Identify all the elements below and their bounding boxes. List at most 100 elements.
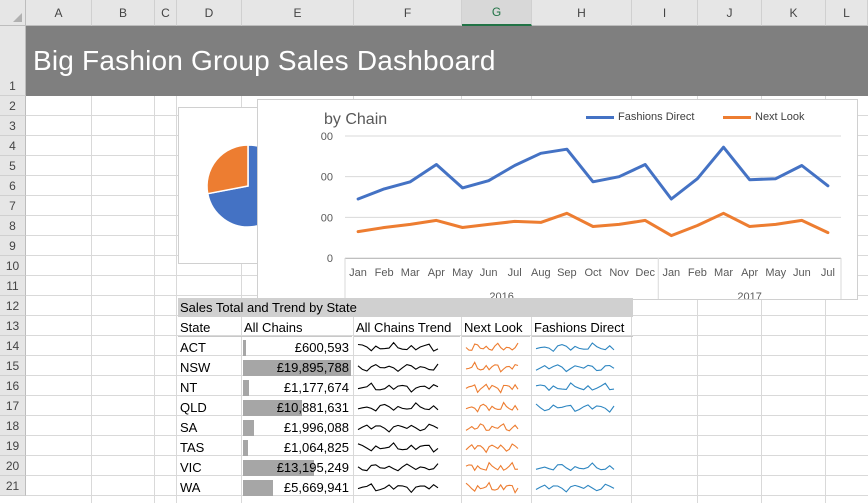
select-all-corner[interactable]: [0, 0, 26, 26]
row-header-16[interactable]: 16: [0, 376, 26, 396]
column-header-e[interactable]: E: [242, 0, 354, 26]
sparkline: [357, 483, 439, 494]
row-header-3[interactable]: 3: [0, 116, 26, 136]
sparkline: [357, 402, 439, 412]
state-cell[interactable]: TAS: [178, 438, 242, 457]
total-cell[interactable]: £10,881,631: [242, 398, 352, 417]
row-header-20[interactable]: 20: [0, 456, 26, 476]
pie-slice[interactable]: [206, 144, 249, 195]
column-header-f[interactable]: F: [354, 0, 462, 26]
row-gridline: [26, 355, 868, 356]
row-gridline: [26, 455, 868, 456]
row-gridline: [26, 395, 868, 396]
row-header-2[interactable]: 2: [0, 96, 26, 116]
dashboard-title: Big Fashion Group Sales Dashboard: [33, 45, 496, 76]
state-cell[interactable]: SA: [178, 418, 242, 437]
x-tick-label: Apr: [428, 267, 445, 279]
x-tick-label: Jul: [508, 267, 522, 279]
row-header-1[interactable]: 1: [0, 26, 26, 96]
sparkline: [535, 462, 615, 472]
row-header-9[interactable]: 9: [0, 236, 26, 256]
column-header-c[interactable]: C: [155, 0, 177, 26]
x-tick-label: Jan: [662, 267, 680, 279]
state-cell[interactable]: ACT: [178, 338, 242, 357]
sparkline: [465, 361, 519, 373]
x-tick-label: Jan: [349, 267, 367, 279]
state-cell[interactable]: NT: [178, 378, 242, 397]
row-gridline: [26, 495, 868, 496]
sparkline: [535, 403, 615, 413]
row-header-21[interactable]: 21: [0, 476, 26, 496]
chart-title: by Chain: [324, 111, 388, 128]
dashboard-title-banner[interactable]: Big Fashion Group Sales Dashboard: [26, 26, 868, 96]
row-header-19[interactable]: 19: [0, 436, 26, 456]
column-header-g[interactable]: G: [462, 0, 532, 26]
y-tick-label: 0: [327, 253, 333, 265]
total-cell[interactable]: £1,996,088: [242, 418, 352, 437]
x-tick-label: Mar: [401, 267, 420, 279]
state-cell[interactable]: VIC: [178, 458, 242, 477]
group-label: 2017: [737, 291, 761, 299]
total-cell[interactable]: £5,669,941: [242, 478, 352, 497]
row-gridline: [26, 475, 868, 476]
x-tick-label: Oct: [584, 267, 601, 279]
row-header-10[interactable]: 10: [0, 256, 26, 276]
row-header-8[interactable]: 8: [0, 216, 26, 236]
row-header-11[interactable]: 11: [0, 276, 26, 296]
row-header-13[interactable]: 13: [0, 316, 26, 336]
legend-label: Fashions Direct: [618, 111, 695, 123]
series-line-fashions-direct[interactable]: [356, 145, 830, 201]
sparkline: [535, 342, 615, 353]
total-cell[interactable]: £600,593: [242, 338, 352, 357]
sparkline: [535, 382, 615, 392]
column-header-h[interactable]: H: [532, 0, 632, 26]
x-tick-label: May: [765, 267, 786, 279]
x-tick-label: Feb: [688, 267, 707, 279]
legend-swatch-icon: [586, 115, 614, 119]
state-cell[interactable]: NSW: [178, 358, 242, 377]
total-cell[interactable]: £19,895,788: [242, 358, 352, 377]
header-all-chains: All Chains: [242, 318, 352, 337]
series-line-next-look[interactable]: [356, 211, 830, 238]
row-header-15[interactable]: 15: [0, 356, 26, 376]
column-header-i[interactable]: I: [632, 0, 698, 26]
total-cell[interactable]: £1,177,674: [242, 378, 352, 397]
row-header-18[interactable]: 18: [0, 416, 26, 436]
x-tick-label: Jun: [793, 267, 811, 279]
row-header-4[interactable]: 4: [0, 136, 26, 156]
line-chart[interactable]: 0 00 00 00 Jan Feb Mar Apr May Jun Jul Aug Sep Oct Nov…: [257, 99, 858, 300]
sparkline: [357, 423, 439, 433]
y-tick-label: 00: [321, 212, 333, 224]
row-header-12[interactable]: 12: [0, 296, 26, 316]
header-all-chains-trend: All Chains Trend: [354, 318, 460, 337]
column-header-k[interactable]: K: [762, 0, 826, 26]
column-header-b[interactable]: B: [92, 0, 155, 26]
sparkline: [465, 342, 519, 351]
x-tick-label: Aug: [531, 267, 551, 279]
row-header-6[interactable]: 6: [0, 176, 26, 196]
total-cell[interactable]: £1,064,825: [242, 438, 352, 457]
x-tick-label: Sep: [557, 267, 577, 279]
sparkline: [465, 443, 519, 454]
state-cell[interactable]: WA: [178, 478, 242, 497]
column-header-a[interactable]: A: [26, 0, 92, 26]
sparkline: [535, 364, 615, 373]
column-header-l[interactable]: L: [826, 0, 868, 26]
column-header-j[interactable]: J: [698, 0, 762, 26]
total-cell[interactable]: £13,195,249: [242, 458, 352, 477]
sparkline: [357, 341, 439, 352]
header-state: State: [178, 318, 242, 337]
column-gridline: [91, 26, 92, 503]
x-tick-label: Feb: [375, 267, 394, 279]
row-header-17[interactable]: 17: [0, 396, 26, 416]
state-cell[interactable]: QLD: [178, 398, 242, 417]
row-header-7[interactable]: 7: [0, 196, 26, 216]
header-fashions-direct: Fashions Direct: [532, 318, 633, 337]
column-header-d[interactable]: D: [177, 0, 242, 26]
row-header-5[interactable]: 5: [0, 156, 26, 176]
y-tick-label: 00: [321, 131, 333, 143]
row-header-14[interactable]: 14: [0, 336, 26, 356]
row-gridline: [26, 435, 868, 436]
header-next-look: Next Look: [462, 318, 530, 337]
legend-label: Next Look: [755, 111, 805, 123]
